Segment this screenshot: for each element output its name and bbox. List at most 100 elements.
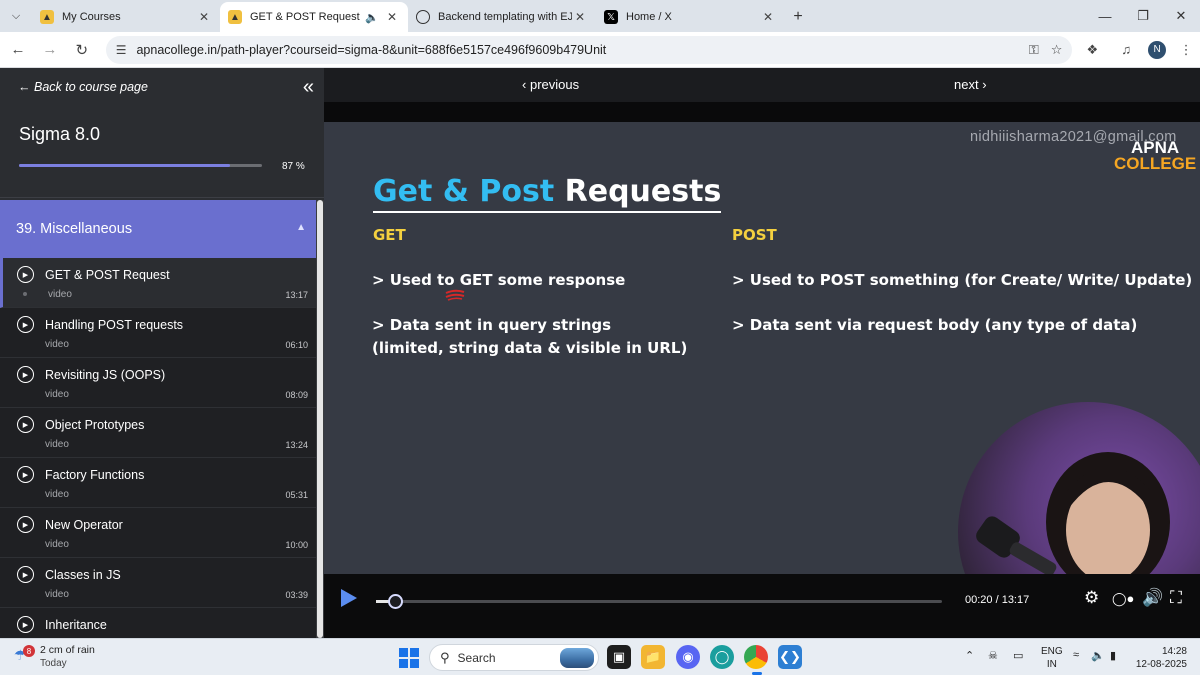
close-tab-icon[interactable]: ✕ — [384, 10, 400, 24]
chevron-up-icon[interactable]: ▲ — [296, 222, 306, 233]
address-toolbar: ← → ↻ ☰ apnacollege.in/path-player?cours… — [0, 32, 1200, 68]
lesson-list: 39. Miscellaneous ▲ ▶ GET & POST Request… — [0, 200, 324, 638]
get-bullet-1: > Used to GET some response — [372, 271, 626, 289]
apna-college-logo: APNA COLLEGE — [1114, 138, 1197, 173]
new-tab-plus-icon[interactable]: + — [784, 2, 812, 32]
lesson-duration: 10:00 — [285, 540, 308, 550]
url-text[interactable]: apnacollege.in/path-player?courseid=sigm… — [136, 43, 1016, 57]
show-hidden-icons-chevron-icon[interactable]: ⌃ — [965, 649, 974, 662]
post-bullet-1: > Used to POST something (for Create/ Wr… — [732, 271, 1193, 289]
lesson-title: Factory Functions — [45, 468, 145, 482]
window-controls: — ❐ ✕ — [1086, 0, 1200, 32]
lesson-duration: 05:31 — [285, 490, 308, 500]
clock-date: 12-08-2025 — [1135, 659, 1187, 670]
speaker-icon[interactable]: 🔈 — [1091, 649, 1105, 662]
forward-arrow-icon[interactable]: → — [36, 36, 64, 64]
section-title: 39. Miscellaneous — [16, 221, 133, 237]
weather-widget[interactable]: ☂ 8 2 cm of rain Today — [14, 644, 95, 670]
profile-avatar[interactable]: N — [1148, 40, 1167, 59]
tab-home-x[interactable]: 𝕏 Home / X ✕ — [596, 2, 784, 32]
tab-search-chevron-icon[interactable]: ⌵ — [0, 0, 32, 32]
openai-favicon-icon — [416, 10, 430, 24]
media-queue-icon[interactable]: ♫ — [1112, 36, 1140, 64]
next-lesson-button[interactable]: next › — [954, 77, 987, 92]
instructor-webcam-overlay — [958, 402, 1200, 574]
discord-icon[interactable]: ◉ — [676, 645, 700, 669]
fullscreen-icon[interactable]: ⛶ — [1170, 588, 1182, 608]
lesson-title: Inheritance — [45, 618, 107, 632]
restore-icon[interactable]: ❐ — [1124, 0, 1162, 32]
reload-icon[interactable]: ↻ — [68, 36, 96, 64]
wifi-icon[interactable]: ≈ — [1073, 649, 1079, 661]
more-menu-icon[interactable]: ⋮ — [1172, 36, 1200, 64]
minimize-icon[interactable]: — — [1086, 0, 1124, 32]
vscode-icon[interactable]: ❮❯ — [778, 645, 802, 669]
taskbar-search-box[interactable]: ⚲ Search — [429, 644, 599, 671]
close-tab-icon[interactable]: ✕ — [196, 10, 212, 24]
search-highlight-image — [560, 648, 594, 668]
chrome-icon[interactable] — [744, 645, 768, 669]
red-annotation-scribble — [445, 289, 465, 301]
play-circle-icon: ▶ — [17, 466, 34, 483]
play-icon[interactable] — [338, 586, 360, 610]
battery-status-icon[interactable]: ▮ — [1110, 649, 1116, 662]
lesson-list-scrollbar[interactable] — [316, 200, 324, 638]
get-bullet-2: > Data sent in query strings — [372, 316, 612, 334]
seek-bar[interactable] — [376, 594, 942, 609]
section-header-miscellaneous[interactable]: 39. Miscellaneous ▲ — [0, 200, 316, 258]
tab-my-courses[interactable]: ▲ My Courses ✕ — [32, 2, 220, 32]
password-key-icon[interactable]: ⚿ — [1029, 42, 1039, 58]
tab-title: Backend templating with EJS — [438, 11, 572, 23]
lesson-item[interactable]: ▶ Object Prototypes video 13:24 — [0, 408, 316, 458]
input-language[interactable]: ENG IN — [1041, 645, 1063, 671]
collapse-sidebar-icon[interactable]: « — [303, 76, 314, 99]
system-clock[interactable]: 14:28 12-08-2025 — [1131, 645, 1187, 671]
security-alert-icon[interactable]: ☠ — [988, 649, 998, 662]
video-frame[interactable]: nidhiiisharma2021@gmail.com APNA COLLEGE… — [324, 122, 1200, 574]
bookmark-star-icon[interactable]: ☆ — [1051, 42, 1063, 58]
windows-start-icon[interactable] — [399, 648, 419, 668]
tab-get-post-request[interactable]: ▲ GET & POST Request 🔈 ✕ — [220, 2, 408, 32]
apna-college-favicon-icon: ▲ — [228, 10, 242, 24]
edge-icon[interactable]: ◯ — [710, 645, 734, 669]
lesson-item[interactable]: ▶ Revisiting JS (OOPS) video 08:09 — [0, 358, 316, 408]
file-explorer-icon[interactable]: 📁 — [641, 645, 665, 669]
extensions-puzzle-icon[interactable]: ❖ — [1078, 36, 1106, 64]
site-settings-icon[interactable]: ☰ — [116, 43, 127, 57]
left-arrow-icon: ← — [18, 80, 31, 94]
close-window-icon[interactable]: ✕ — [1162, 0, 1200, 32]
battery-icon[interactable]: ▭ — [1013, 649, 1023, 662]
settings-gear-icon[interactable]: ⚙ — [1084, 588, 1099, 608]
lesson-type: video — [45, 339, 69, 350]
slide-title: Get & Post Requests — [373, 174, 722, 213]
get-column-heading: GET — [373, 226, 406, 244]
tab-backend-templating[interactable]: Backend templating with EJS ✕ — [408, 2, 596, 32]
previous-lesson-button[interactable]: ‹ previous — [522, 77, 579, 92]
play-circle-icon: ▶ — [17, 366, 34, 383]
back-arrow-icon[interactable]: ← — [4, 36, 32, 64]
play-circle-icon: ▶ — [17, 516, 34, 533]
play-circle-icon: ▶ — [17, 266, 34, 283]
lesson-item[interactable]: ▶ Factory Functions video 05:31 — [0, 458, 316, 508]
lesson-item[interactable]: ▶ Classes in JS video 03:39 — [0, 558, 316, 608]
close-tab-icon[interactable]: ✕ — [572, 10, 588, 24]
lesson-type: video — [48, 289, 72, 300]
lesson-type: video — [45, 439, 69, 450]
lesson-item[interactable]: ▶ Inheritance — [0, 608, 316, 638]
close-tab-icon[interactable]: ✕ — [760, 10, 776, 24]
lesson-item[interactable]: ▶ New Operator video 10:00 — [0, 508, 316, 558]
speaker-icon[interactable]: 🔈 — [364, 11, 380, 24]
lesson-title: Handling POST requests — [45, 318, 184, 332]
back-to-course-link[interactable]: ← Back to course page — [18, 80, 148, 94]
volume-icon[interactable]: 🔊 — [1142, 588, 1163, 608]
lesson-navigation: ‹ previous next › — [324, 68, 1200, 102]
scrollbar-thumb[interactable] — [317, 200, 323, 638]
autoplay-toggle-icon[interactable]: ◯● — [1112, 591, 1134, 607]
task-view-icon[interactable]: ▣ — [607, 645, 631, 669]
lesson-item[interactable]: ▶ GET & POST Request video 13:17 — [0, 258, 316, 308]
seek-handle[interactable] — [388, 594, 404, 609]
lesson-item[interactable]: ▶ Handling POST requests video 06:10 — [0, 308, 316, 358]
get-bullet-2-continued: (limited, string data & visible in URL) — [372, 339, 688, 357]
browser-tab-strip: ⌵ ▲ My Courses ✕ ▲ GET & POST Request 🔈 … — [0, 0, 1200, 32]
address-bar[interactable]: ☰ apnacollege.in/path-player?courseid=si… — [105, 35, 1073, 64]
